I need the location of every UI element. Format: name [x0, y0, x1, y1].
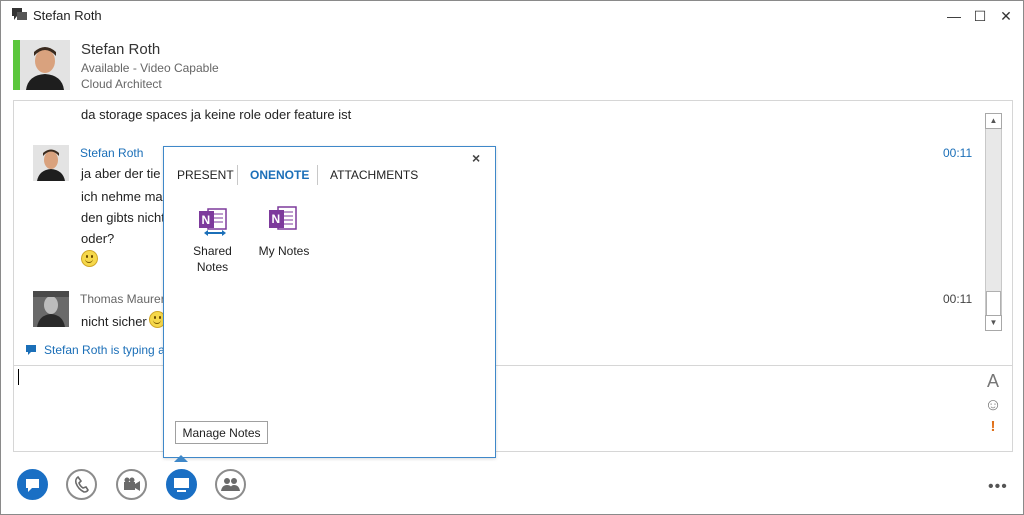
manage-notes-button[interactable]: Manage Notes [175, 421, 268, 444]
text-caret [18, 369, 19, 385]
message-sender[interactable]: Stefan Roth [80, 146, 143, 160]
chat-bubble-icon [26, 479, 39, 492]
phone-icon [74, 475, 89, 493]
message-line: oder? [81, 231, 115, 246]
contact-name[interactable]: Stefan Roth [81, 41, 160, 58]
message-time: 00:11 [943, 292, 973, 306]
tab-present[interactable]: PRESENT [177, 168, 234, 182]
sender-avatar [33, 145, 69, 181]
tab-onenote[interactable]: ONENOTE [250, 168, 309, 182]
message-line: den gibts nicht [81, 210, 165, 225]
title-bar: Stefan Roth — ☐ ✕ [0, 0, 1024, 32]
video-button[interactable] [116, 469, 147, 500]
call-button[interactable] [66, 469, 97, 500]
importance-icon[interactable]: ! [984, 418, 1002, 435]
contact-avatar[interactable] [20, 40, 70, 90]
tab-attachments[interactable]: ATTACHMENTS [330, 168, 418, 182]
message-line: ja aber der tie [81, 166, 161, 181]
my-notes-label[interactable]: My Notes [256, 244, 312, 258]
contact-job-title: Cloud Architect [81, 77, 162, 91]
onenote-icon[interactable]: N [268, 205, 298, 235]
scroll-down-icon[interactable]: ▼ [985, 315, 1002, 331]
message-line: ich nehme mal [81, 189, 166, 204]
close-button[interactable]: ✕ [994, 6, 1018, 26]
emoticon-icon[interactable]: ☺ [984, 395, 1002, 415]
typing-icon [26, 345, 36, 355]
tab-divider [317, 165, 318, 185]
font-icon[interactable]: A [984, 371, 1002, 392]
participants-button[interactable] [215, 469, 246, 500]
video-camera-icon [124, 477, 140, 491]
popup-close-button[interactable]: × [472, 150, 480, 166]
scroll-up-icon[interactable]: ▲ [985, 113, 1002, 129]
presence-status-bar [13, 40, 20, 90]
monitor-icon [174, 478, 189, 492]
more-options-button[interactable]: ••• [988, 478, 1008, 496]
people-icon [221, 478, 240, 491]
message-time: 00:11 [943, 146, 973, 160]
shared-notes-label[interactable]: Shared [190, 244, 235, 258]
message-line: da storage spaces ja keine role oder fea… [81, 107, 352, 122]
window-title: Stefan Roth [33, 8, 102, 23]
shared-notes-label[interactable]: Notes [190, 260, 235, 274]
present-button[interactable] [166, 469, 197, 500]
popup-pointer [174, 455, 188, 462]
typing-indicator: Stefan Roth is typing a [44, 343, 165, 357]
message-line: nicht sicher [81, 314, 147, 329]
im-button[interactable] [17, 469, 48, 500]
maximize-button[interactable]: ☐ [968, 6, 992, 26]
message-sender[interactable]: Thomas Maurer [80, 292, 165, 306]
smiley-emoticon-icon [81, 250, 98, 267]
svg-text:N: N [202, 213, 211, 227]
minimize-button[interactable]: — [942, 6, 966, 26]
contact-status: Available - Video Capable [81, 61, 219, 75]
chat-app-icon [12, 8, 27, 20]
content-sharing-popup [163, 146, 496, 458]
onenote-shared-icon[interactable]: N [198, 207, 228, 237]
sender-avatar [33, 291, 69, 327]
scrollbar-thumb[interactable] [986, 291, 1001, 317]
tab-divider [237, 165, 238, 185]
svg-text:N: N [272, 212, 281, 226]
